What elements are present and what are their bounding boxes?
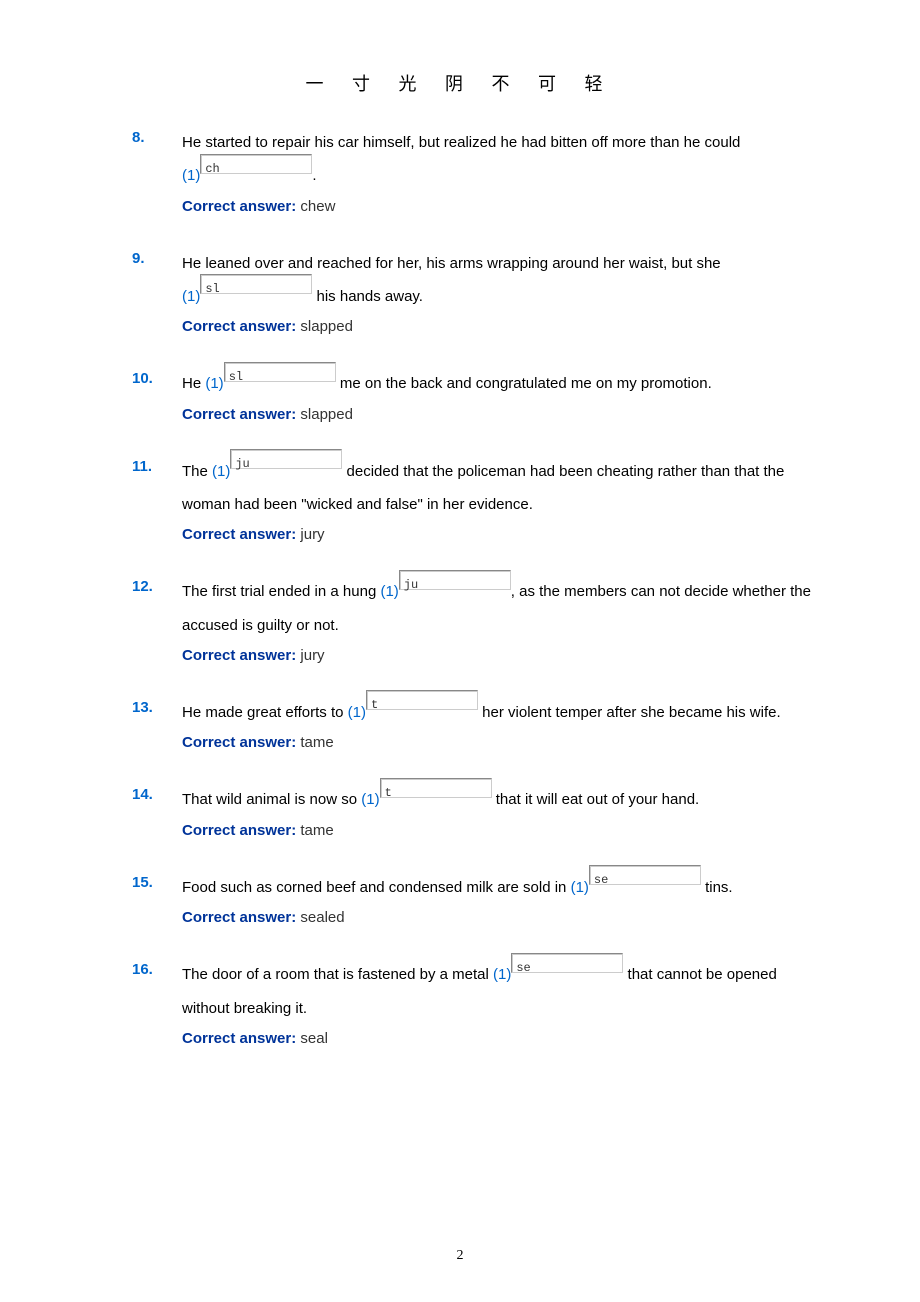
answer-value: slapped: [300, 318, 353, 335]
blank-input[interactable]: se: [511, 953, 623, 973]
answer-line: Correct answer: slapped: [160, 315, 820, 339]
blank-marker: (1): [182, 288, 200, 305]
question-number: 8.: [132, 126, 145, 150]
answer-line: Correct answer: sealed: [160, 906, 820, 930]
question-text-part: He started to repair his car himself, bu…: [182, 134, 740, 151]
question-item: 13.He made great efforts to (1)t her vio…: [160, 696, 820, 756]
answer-value: tame: [300, 734, 333, 751]
answer-value: sealed: [300, 909, 344, 926]
blank-input[interactable]: t: [380, 778, 492, 798]
blank-marker: (1): [571, 879, 589, 896]
question-text: He started to repair his car himself, bu…: [160, 126, 820, 193]
questions-container: 8. He started to repair his car himself, …: [0, 126, 920, 1051]
answer-line: Correct answer: tame: [160, 819, 820, 843]
blank-input[interactable]: se: [589, 865, 701, 885]
blank-input[interactable]: ch: [200, 154, 312, 174]
question-text-part: .: [312, 167, 316, 184]
question-text-part: that it will eat out of your hand.: [492, 791, 700, 808]
question-text: He leaned over and reached for her, his …: [160, 247, 820, 314]
answer-line: Correct answer: tame: [160, 731, 820, 755]
answer-value: slapped: [300, 406, 353, 423]
question-number: 14.: [132, 783, 153, 807]
answer-value: seal: [300, 1030, 328, 1047]
blank-input-wrap: se: [589, 871, 701, 904]
question-text: The door of a room that is fastened by a…: [160, 958, 820, 1025]
answer-line: Correct answer: jury: [160, 523, 820, 547]
blank-marker: (1): [361, 791, 379, 808]
answer-label: Correct answer:: [182, 734, 296, 751]
blank-input-wrap: t: [366, 696, 478, 729]
question-text: The first trial ended in a hung (1)ju, a…: [160, 575, 820, 642]
blank-marker: (1): [212, 463, 230, 480]
blank-input[interactable]: t: [366, 690, 478, 710]
blank-marker: (1): [348, 704, 366, 721]
blank-marker: (1): [493, 966, 511, 983]
blank-input-wrap: ch: [200, 160, 312, 193]
answer-label: Correct answer:: [182, 909, 296, 926]
answer-label: Correct answer:: [182, 526, 296, 543]
blank-input[interactable]: sl: [200, 274, 312, 294]
question-text-part: tins.: [701, 879, 733, 896]
question-number: 12.: [132, 575, 153, 599]
question-number: 16.: [132, 958, 153, 982]
question-item: 15.Food such as corned beef and condense…: [160, 871, 820, 931]
answer-value: tame: [300, 822, 333, 839]
question-item: 9.He leaned over and reached for her, hi…: [160, 247, 820, 340]
blank-input[interactable]: sl: [224, 362, 336, 382]
question-text: He (1)sl me on the back and congratulate…: [160, 367, 820, 401]
question-item: 16.The door of a room that is fastened b…: [160, 958, 820, 1051]
question-text: Food such as corned beef and condensed m…: [160, 871, 820, 905]
question-text-part: That wild animal is now so: [182, 791, 361, 808]
blank-input-wrap: ju: [399, 576, 511, 609]
question-number: 15.: [132, 871, 153, 895]
question-number: 13.: [132, 696, 153, 720]
blank-input-wrap: ju: [230, 455, 342, 488]
blank-marker: (1): [205, 375, 223, 392]
answer-label: Correct answer:: [182, 406, 296, 423]
question-text: The (1)ju decided that the policeman had…: [160, 455, 820, 522]
answer-label: Correct answer:: [182, 1030, 296, 1047]
question-number: 10.: [132, 367, 153, 391]
answer-label: Correct answer:: [182, 822, 296, 839]
question-text-part: He leaned over and reached for her, his …: [182, 255, 721, 272]
blank-input[interactable]: ju: [399, 570, 511, 590]
question-text-part: Food such as corned beef and condensed m…: [182, 879, 571, 896]
question-text-part: The first trial ended in a hung: [182, 583, 380, 600]
answer-line: Correct answer: seal: [160, 1027, 820, 1051]
blank-input-wrap: t: [380, 784, 492, 817]
question-text-part: his hands away.: [312, 288, 423, 305]
question-number: 9.: [132, 247, 145, 271]
answer-label: Correct answer:: [182, 647, 296, 664]
question-text: He made great efforts to (1)t her violen…: [160, 696, 820, 730]
question-text-part: He made great efforts to: [182, 704, 348, 721]
question-text-part: The: [182, 463, 212, 480]
question-text-part: her violent temper after she became his …: [478, 704, 781, 721]
question-item: 11.The (1)ju decided that the policeman …: [160, 455, 820, 548]
question-text: That wild animal is now so (1)t that it …: [160, 783, 820, 817]
question-item: 10.He (1)sl me on the back and congratul…: [160, 367, 820, 427]
answer-value: jury: [300, 526, 324, 543]
blank-input-wrap: sl: [224, 368, 336, 401]
blank-input-wrap: se: [511, 959, 623, 992]
question-text-part: The door of a room that is fastened by a…: [182, 966, 493, 983]
answer-value: chew: [300, 198, 335, 215]
blank-input-wrap: sl: [200, 280, 312, 313]
question-text-part: He: [182, 375, 205, 392]
answer-line: Correct answer: jury: [160, 644, 820, 668]
blank-input[interactable]: ju: [230, 449, 342, 469]
blank-marker: (1): [182, 167, 200, 184]
question-item: 8.He started to repair his car himself, …: [160, 126, 820, 219]
answer-label: Correct answer:: [182, 198, 296, 215]
answer-value: jury: [300, 647, 324, 664]
header-idiom: 一 寸 光 阴 不 可 轻: [0, 0, 920, 126]
answer-line: Correct answer: chew: [160, 195, 820, 219]
question-text-part: me on the back and congratulated me on m…: [336, 375, 712, 392]
blank-marker: (1): [380, 583, 398, 600]
answer-line: Correct answer: slapped: [160, 403, 820, 427]
question-item: 12.The first trial ended in a hung (1)ju…: [160, 575, 820, 668]
question-number: 11.: [132, 455, 152, 479]
page-number: 2: [0, 1248, 920, 1264]
answer-label: Correct answer:: [182, 318, 296, 335]
question-item: 14.That wild animal is now so (1)t that …: [160, 783, 820, 843]
